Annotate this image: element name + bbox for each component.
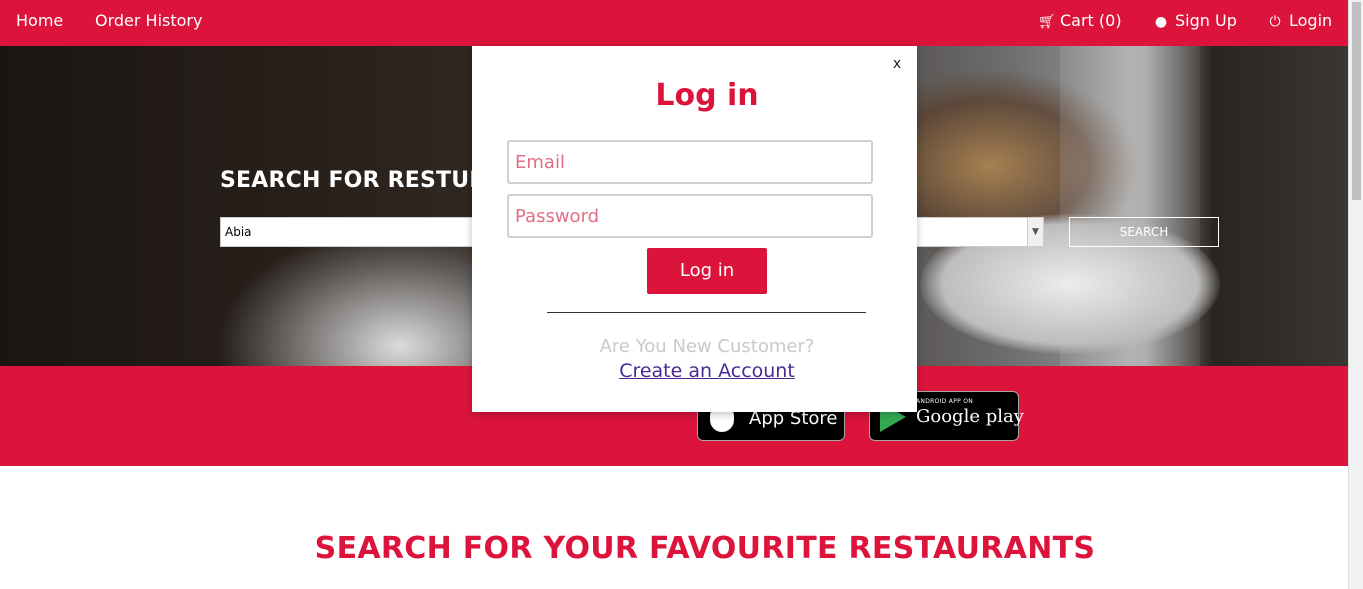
modal-title: Log in (655, 78, 759, 113)
nav-sign-up-link[interactable]: ● Sign Up (1153, 11, 1237, 30)
cart-icon: 🛒︎ (1038, 14, 1056, 30)
chevron-down-icon: ▼ (1027, 218, 1043, 246)
top-navbar: Home Order History 🛒︎ Cart (0) ● Sign Up ⏻… (0, 0, 1348, 46)
page-scrollbar[interactable] (1348, 0, 1363, 589)
nav-login-link[interactable]: ⏻ Login (1267, 11, 1332, 30)
create-account-link[interactable]: Create an Account (472, 360, 942, 382)
email-field[interactable] (507, 140, 873, 184)
google-play-label: Google play (916, 406, 1024, 427)
user-icon: ● (1154, 14, 1168, 30)
login-modal: x Log in Log in Are You New Customer? Cr… (472, 46, 917, 412)
nav-cart-link[interactable]: 🛒︎ Cart (0) (1038, 11, 1122, 30)
nav-order-history-link[interactable]: Order History (95, 11, 202, 30)
sign-up-label: Sign Up (1175, 11, 1237, 30)
page: Home Order History 🛒︎ Cart (0) ● Sign Up ⏻… (0, 0, 1363, 589)
power-icon: ⏻ (1269, 14, 1281, 30)
password-field[interactable] (507, 194, 873, 238)
new-customer-text: Are You New Customer? (599, 336, 815, 357)
cart-label: Cart (0) (1060, 11, 1122, 30)
modal-divider (547, 312, 866, 313)
login-label: Login (1289, 11, 1333, 30)
nav-home-link[interactable]: Home (16, 11, 63, 30)
area-select[interactable]: ▼ (910, 217, 1044, 247)
search-button[interactable]: SEARCH (1069, 217, 1219, 247)
close-icon[interactable]: x (890, 56, 904, 72)
google-play-caption: ANDROID APP ON (916, 398, 974, 405)
login-submit-button[interactable]: Log in (647, 248, 767, 294)
hero-title: SEARCH FOR RESTURAI (220, 168, 513, 193)
scrollbar-thumb[interactable] (1352, 2, 1361, 200)
section-heading: SEARCH FOR YOUR FAVOURITE RESTAURANTS (314, 531, 1096, 566)
